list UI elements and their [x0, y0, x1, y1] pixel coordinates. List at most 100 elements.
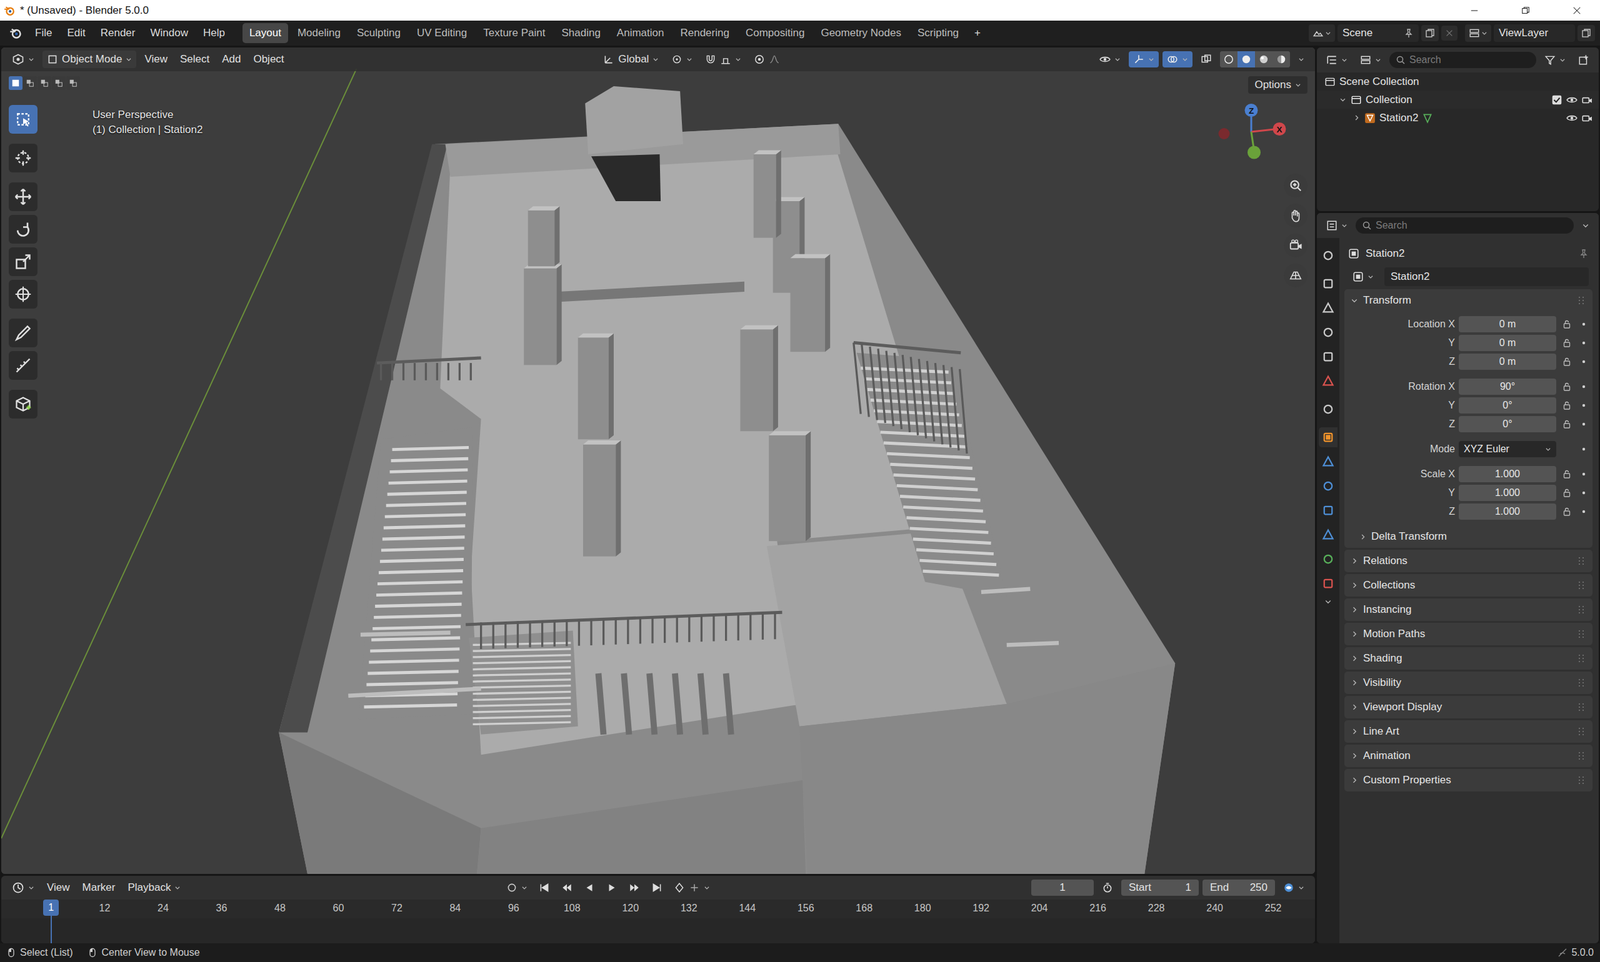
- properties-tab[interactable]: [1318, 500, 1338, 521]
- editor-type-button[interactable]: [1321, 217, 1352, 234]
- xray-toggle[interactable]: [1196, 51, 1217, 68]
- expand-toggle[interactable]: [1338, 96, 1347, 104]
- viewport-menu[interactable]: View: [140, 50, 172, 69]
- new-collection-button[interactable]: [1573, 51, 1594, 69]
- properties-tab[interactable]: [1318, 371, 1338, 392]
- overlay-toggle[interactable]: [1162, 51, 1193, 68]
- pan-button[interactable]: [1283, 203, 1308, 228]
- playhead[interactable]: 1: [41, 900, 61, 944]
- properties-tab[interactable]: [1318, 525, 1338, 545]
- property-field[interactable]: 0 m: [1458, 335, 1557, 352]
- transport-button[interactable]: [556, 880, 577, 897]
- subpanel-header[interactable]: Delta Transform: [1344, 528, 1593, 546]
- outliner-search[interactable]: Search: [1389, 51, 1537, 69]
- viewport-menu[interactable]: Add: [217, 50, 245, 69]
- record-button[interactable]: [501, 880, 532, 897]
- outliner-row[interactable]: Station2: [1316, 108, 1599, 127]
- select-mode-button[interactable]: [8, 76, 23, 90]
- visibility-dropdown[interactable]: [1095, 51, 1125, 68]
- x-handle[interactable]: [1273, 122, 1287, 136]
- workspace-tab[interactable]: Geometry Nodes: [813, 23, 909, 44]
- property-field[interactable]: 0 m: [1458, 353, 1557, 370]
- expand-toggle[interactable]: [1351, 114, 1361, 122]
- select-mode-button[interactable]: [23, 76, 37, 90]
- tool-button[interactable]: [8, 280, 38, 309]
- tool-button[interactable]: [8, 215, 38, 244]
- tool-button[interactable]: [8, 105, 38, 134]
- transport-button[interactable]: [579, 880, 600, 897]
- property-field[interactable]: 1.000: [1458, 503, 1557, 520]
- app-menu-button[interactable]: [5, 24, 27, 42]
- workspace-tab[interactable]: Sculpting: [350, 23, 408, 44]
- properties-tab[interactable]: [1318, 451, 1338, 472]
- datablock-field[interactable]: Station2: [1384, 267, 1589, 287]
- shading-button[interactable]: [1272, 51, 1290, 68]
- shading-button[interactable]: [1255, 51, 1273, 68]
- properties-tab[interactable]: [1318, 346, 1338, 367]
- new-view-layer-button[interactable]: [1577, 25, 1595, 42]
- properties-tab[interactable]: [1318, 273, 1338, 294]
- zoom-button[interactable]: [1283, 173, 1308, 198]
- panel-header[interactable]: Motion Paths: [1344, 623, 1593, 646]
- panel-header[interactable]: Custom Properties: [1344, 769, 1593, 792]
- property-dropdown[interactable]: XYZ Euler: [1458, 441, 1557, 458]
- property-field[interactable]: 1.000: [1458, 466, 1557, 483]
- mode-dropdown[interactable]: Object Mode: [42, 50, 137, 69]
- display-mode-dropdown[interactable]: [1355, 51, 1386, 69]
- menu-item[interactable]: Window: [143, 23, 194, 43]
- end-frame-field[interactable]: End250: [1202, 880, 1275, 897]
- tool-button[interactable]: [8, 318, 38, 348]
- timeline-menu[interactable]: Playback: [123, 879, 185, 897]
- y-handle[interactable]: [1247, 146, 1261, 160]
- property-field[interactable]: 0 m: [1458, 316, 1557, 333]
- shading-options-button[interactable]: [1293, 53, 1309, 65]
- timeline-menu[interactable]: View: [42, 879, 75, 897]
- properties-options-button[interactable]: [1577, 219, 1594, 232]
- start-frame-field[interactable]: Start1: [1121, 880, 1199, 897]
- properties-tab[interactable]: [1318, 573, 1338, 594]
- select-mode-button[interactable]: [66, 76, 80, 90]
- checkbox-checked-icon[interactable]: [1551, 94, 1563, 106]
- maximize-button[interactable]: [1502, 0, 1549, 21]
- pin-icon[interactable]: [1578, 248, 1589, 259]
- workspace-tab[interactable]: Texture Paint: [476, 23, 552, 44]
- panel-header[interactable]: Relations: [1344, 550, 1593, 573]
- tool-button[interactable]: [8, 351, 38, 380]
- options-button[interactable]: Options: [1248, 76, 1308, 94]
- properties-tab[interactable]: [1318, 245, 1338, 266]
- tool-button[interactable]: [8, 390, 38, 419]
- z-handle[interactable]: [1245, 103, 1259, 117]
- camera-view-button[interactable]: [1283, 233, 1308, 258]
- panel-header[interactable]: Visibility: [1344, 671, 1593, 695]
- timeline-menu[interactable]: Marker: [78, 879, 120, 897]
- menu-item[interactable]: Edit: [60, 23, 92, 43]
- properties-tab[interactable]: [1318, 399, 1338, 420]
- negative-x-handle[interactable]: [1218, 128, 1230, 140]
- projection-button[interactable]: [1283, 263, 1308, 288]
- menu-item[interactable]: File: [28, 23, 59, 43]
- workspace-tab[interactable]: Animation: [610, 23, 672, 44]
- property-field[interactable]: 1.000: [1458, 485, 1557, 502]
- scene-model[interactable]: [1, 47, 1315, 875]
- property-field[interactable]: 0°: [1458, 397, 1557, 414]
- view-layer-browse-button[interactable]: [1465, 24, 1492, 42]
- transport-button[interactable]: [601, 880, 622, 897]
- properties-tab[interactable]: [1318, 476, 1338, 497]
- add-workspace-button[interactable]: +: [968, 23, 987, 43]
- select-mode-button[interactable]: [37, 76, 52, 90]
- shading-button[interactable]: [1220, 51, 1238, 68]
- view-layer-field[interactable]: ViewLayer: [1493, 24, 1575, 42]
- 3d-viewport[interactable]: Object ModeViewSelectAddObjectGlobalUser…: [1, 47, 1315, 875]
- transport-button[interactable]: [534, 880, 555, 897]
- station-model[interactable]: [278, 86, 1175, 875]
- properties-tab[interactable]: [1318, 549, 1338, 570]
- panel-header[interactable]: Instancing: [1344, 598, 1593, 622]
- preview-range-toggle[interactable]: [1097, 880, 1118, 897]
- panel-header[interactable]: Transform: [1344, 289, 1593, 312]
- outliner-row[interactable]: Collection: [1316, 90, 1599, 109]
- panel-header[interactable]: Animation: [1344, 745, 1593, 768]
- transport-button[interactable]: [646, 880, 667, 897]
- close-button[interactable]: [1553, 0, 1600, 21]
- datablock-browse-button[interactable]: [1348, 268, 1379, 285]
- orientation-dropdown[interactable]: Global: [598, 50, 664, 69]
